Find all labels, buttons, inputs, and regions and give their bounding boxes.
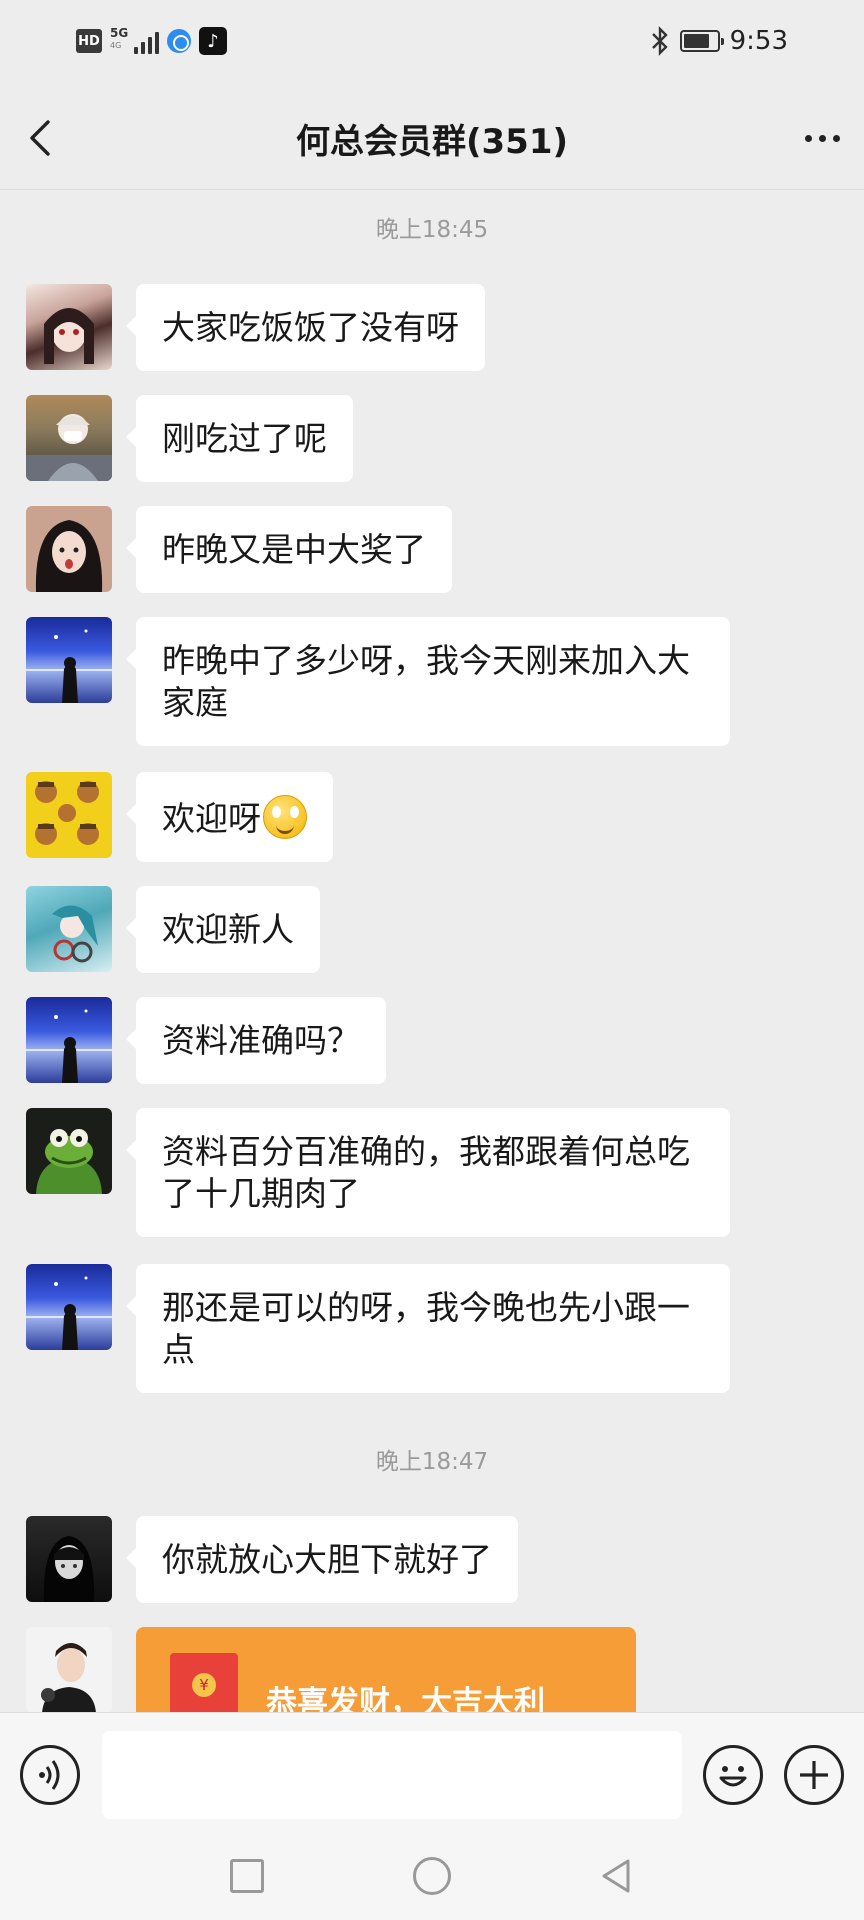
- message-row: 资料百分百准确的，我都跟着何总吃了十几期肉了: [26, 1108, 730, 1237]
- network-subtype: 4G: [110, 41, 122, 50]
- tiktok-app-icon: ♪: [199, 27, 227, 55]
- avatar[interactable]: [26, 395, 112, 481]
- chat-title: 何总会员群(351): [295, 122, 569, 162]
- avatar[interactable]: [26, 617, 112, 703]
- message-row: 那还是可以的呀，我今晚也先小跟一点: [26, 1264, 730, 1393]
- chat-header: 何总会员群(351): [0, 86, 864, 190]
- plus-icon[interactable]: [784, 1745, 844, 1805]
- battery-icon: [679, 30, 724, 52]
- message-bubble[interactable]: 昨晚又是中大奖了: [126, 506, 452, 593]
- avatar[interactable]: [26, 772, 112, 858]
- avatar[interactable]: [26, 1627, 112, 1712]
- browser-app-icon: [167, 29, 191, 53]
- message-row: 欢迎呀: [26, 772, 333, 862]
- message-bubble[interactable]: 欢迎呀: [126, 772, 333, 862]
- message-input[interactable]: [102, 1731, 682, 1819]
- message-row: 昨晚中了多少呀，我今天刚来加入大家庭: [26, 617, 730, 746]
- red-packet-message[interactable]: 恭喜发财，大吉大利: [136, 1627, 636, 1712]
- red-envelope-icon: [170, 1653, 238, 1712]
- message-bubble[interactable]: 昨晚中了多少呀，我今天刚来加入大家庭: [126, 617, 730, 746]
- avatar[interactable]: [26, 1516, 112, 1602]
- status-left: HD 5G 4G ♪: [76, 26, 227, 55]
- bluetooth-icon: [651, 26, 668, 56]
- message-bubble[interactable]: 你就放心大胆下就好了: [126, 1516, 518, 1603]
- message-row: 大家吃饭饭了没有呀: [26, 284, 485, 371]
- status-bar: HD 5G 4G ♪ 9:53: [0, 0, 864, 86]
- message-text: 欢迎呀: [162, 799, 261, 838]
- timestamp: 晚上18:47: [375, 1449, 489, 1475]
- avatar[interactable]: [26, 506, 112, 592]
- avatar[interactable]: [26, 997, 112, 1083]
- avatar[interactable]: [26, 1108, 112, 1194]
- hd-icon: HD: [76, 29, 102, 53]
- voice-icon[interactable]: [20, 1745, 80, 1805]
- emoji-icon[interactable]: [703, 1745, 763, 1805]
- message-row: 欢迎新人: [26, 886, 320, 973]
- home-icon[interactable]: [413, 1857, 451, 1895]
- message-row: 刚吃过了呢: [26, 395, 353, 482]
- message-bubble[interactable]: 资料准确吗？: [126, 997, 386, 1084]
- timestamp: 晚上18:45: [375, 217, 489, 243]
- avatar[interactable]: [26, 1264, 112, 1350]
- network-type: 5G: [110, 26, 129, 40]
- signal-icon: 5G 4G: [110, 26, 159, 54]
- back-triangle-icon[interactable]: [596, 1856, 636, 1896]
- message-row: 昨晚又是中大奖了: [26, 506, 452, 593]
- avatar[interactable]: [26, 886, 112, 972]
- more-dots-icon[interactable]: [800, 116, 844, 160]
- message-bubble[interactable]: 刚吃过了呢: [126, 395, 353, 482]
- recents-icon[interactable]: [230, 1859, 264, 1893]
- input-bar: [0, 1712, 864, 1842]
- status-right: 9:53: [650, 26, 788, 56]
- message-bubble[interactable]: 那还是可以的呀，我今晚也先小跟一点: [126, 1264, 730, 1393]
- message-row: 资料准确吗？: [26, 997, 386, 1084]
- red-packet-text: 恭喜发财，大吉大利: [266, 1685, 545, 1712]
- message-row: 恭喜发财，大吉大利: [26, 1627, 636, 1712]
- message-bubble[interactable]: 欢迎新人: [126, 886, 320, 973]
- message-list[interactable]: 晚上18:45 大家吃饭饭了没有呀 刚吃过了呢 昨晚又是中大奖了 昨晚中了多少呀…: [0, 190, 864, 1712]
- clock: 9:53: [729, 26, 788, 56]
- smiley-emoji-icon: [263, 795, 307, 839]
- message-bubble[interactable]: 大家吃饭饭了没有呀: [126, 284, 485, 371]
- system-nav-bar: [0, 1842, 864, 1920]
- avatar[interactable]: [26, 284, 112, 370]
- message-row: 你就放心大胆下就好了: [26, 1516, 518, 1603]
- message-bubble[interactable]: 资料百分百准确的，我都跟着何总吃了十几期肉了: [126, 1108, 730, 1237]
